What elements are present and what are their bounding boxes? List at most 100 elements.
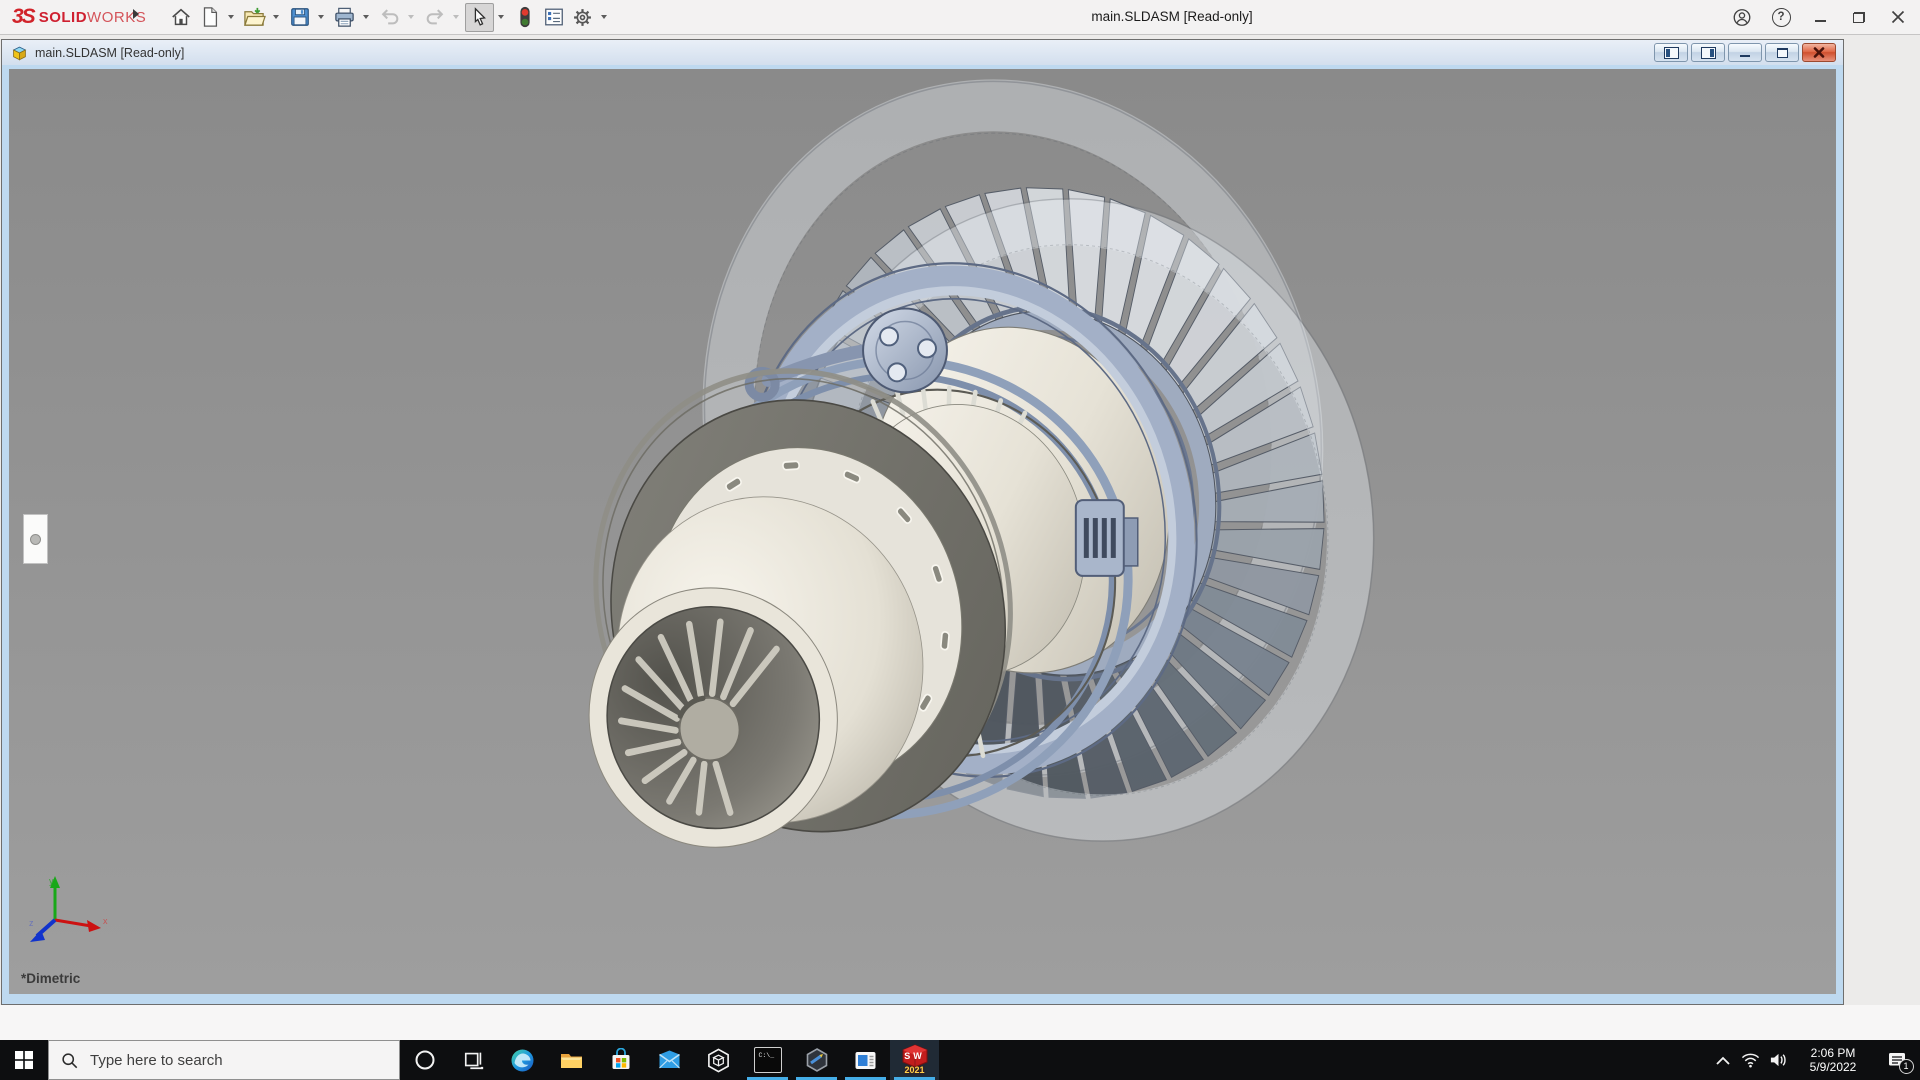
help-button[interactable]: ? bbox=[1771, 7, 1791, 27]
options-button[interactable] bbox=[568, 3, 597, 32]
app-background-strip bbox=[0, 1005, 1920, 1040]
view-orientation-label: *Dimetric bbox=[21, 971, 80, 986]
redo-dropdown[interactable] bbox=[449, 4, 462, 31]
options-dropdown[interactable] bbox=[597, 4, 610, 31]
3d-model-jet-engine[interactable] bbox=[9, 69, 1836, 994]
brand-solid: SOLID bbox=[39, 9, 87, 26]
app-titlebar: 3S SOLIDWORKS bbox=[0, 0, 1920, 35]
taskbar-media-app-button[interactable] bbox=[841, 1040, 890, 1080]
quick-access-toolbar bbox=[166, 0, 613, 34]
taskbar-file-explorer-button[interactable] bbox=[547, 1040, 596, 1080]
app-minimize-button[interactable] bbox=[1810, 7, 1830, 27]
3ds-logo-mark: 3S bbox=[12, 5, 34, 29]
clock-date: 5/9/2022 bbox=[1798, 1060, 1868, 1074]
undo-dropdown[interactable] bbox=[404, 4, 417, 31]
new-document-dropdown[interactable] bbox=[224, 4, 237, 31]
wifi-icon bbox=[1741, 1052, 1760, 1068]
graphics-viewport[interactable]: y x z *Dimetric bbox=[2, 65, 1843, 1004]
start-button[interactable] bbox=[0, 1040, 48, 1080]
taskbar-task-view-button[interactable] bbox=[449, 1040, 498, 1080]
open-document-button[interactable] bbox=[240, 3, 269, 32]
speaker-icon bbox=[1769, 1052, 1788, 1068]
save-dropdown[interactable] bbox=[314, 4, 327, 31]
cortana-icon bbox=[414, 1049, 436, 1071]
new-document-button[interactable] bbox=[195, 3, 224, 32]
taskbar-command-prompt-button[interactable]: C:\_ bbox=[743, 1040, 792, 1080]
search-input[interactable] bbox=[88, 1051, 372, 1070]
undo-icon bbox=[379, 6, 401, 28]
options-gear-icon bbox=[571, 6, 594, 29]
pane-right-icon bbox=[1701, 47, 1716, 59]
composer-hexagon-icon bbox=[804, 1047, 830, 1073]
assembly-icon bbox=[11, 45, 28, 61]
feature-pane-collapse-handle[interactable] bbox=[23, 514, 48, 564]
document-window: main.SLDASM [Read-only] bbox=[1, 39, 1844, 1005]
app-window-controls: ? bbox=[1732, 0, 1908, 34]
windows-taskbar: C:\_ bbox=[0, 1040, 1920, 1080]
account-icon bbox=[1732, 7, 1752, 28]
account-button[interactable] bbox=[1732, 7, 1752, 27]
media-app-icon bbox=[853, 1048, 878, 1073]
taskbar-mail-button[interactable] bbox=[645, 1040, 694, 1080]
save-button[interactable] bbox=[285, 3, 314, 32]
tray-network-button[interactable] bbox=[1736, 1040, 1764, 1080]
pane-handle-dot bbox=[30, 534, 41, 545]
solidworks-logo: 3S SOLIDWORKS bbox=[12, 5, 146, 29]
print-icon bbox=[333, 6, 356, 29]
select-tool-dropdown[interactable] bbox=[494, 4, 507, 31]
microsoft-store-icon bbox=[609, 1048, 633, 1072]
doc-minimize-icon bbox=[1740, 55, 1750, 57]
print-dropdown[interactable] bbox=[359, 4, 372, 31]
open-folder-icon bbox=[243, 6, 266, 29]
pane-toggle-left-button[interactable] bbox=[1654, 43, 1688, 62]
file-properties-button[interactable] bbox=[539, 3, 568, 32]
tray-overflow-button[interactable] bbox=[1710, 1040, 1736, 1080]
taskbar-edge-button[interactable] bbox=[498, 1040, 547, 1080]
pane-toggle-right-button[interactable] bbox=[1691, 43, 1725, 62]
redo-button[interactable] bbox=[420, 3, 449, 32]
document-title: main.SLDASM [Read-only] bbox=[35, 46, 184, 60]
taskbar-cortana-button[interactable] bbox=[400, 1040, 449, 1080]
doc-restore-button[interactable] bbox=[1765, 43, 1799, 62]
taskbar-solidworks-button[interactable]: SW 2021 bbox=[890, 1040, 939, 1080]
select-cursor-icon bbox=[469, 6, 491, 28]
chevron-up-icon bbox=[1716, 1056, 1730, 1065]
traffic-light-icon bbox=[515, 5, 535, 29]
open-document-dropdown[interactable] bbox=[269, 4, 282, 31]
select-tool-button[interactable] bbox=[465, 3, 494, 32]
restore-icon bbox=[1853, 12, 1865, 23]
file-explorer-icon bbox=[559, 1048, 584, 1073]
taskbar-search[interactable] bbox=[48, 1040, 400, 1080]
doc-close-button[interactable] bbox=[1802, 43, 1836, 62]
doc-close-icon bbox=[1813, 47, 1825, 58]
file-properties-icon bbox=[543, 6, 565, 28]
triad-y-label: y bbox=[49, 876, 54, 886]
pane-left-icon bbox=[1664, 47, 1679, 59]
home-icon bbox=[170, 6, 192, 28]
task-view-icon bbox=[463, 1049, 485, 1071]
app-close-button[interactable] bbox=[1888, 7, 1908, 27]
app-restore-button[interactable] bbox=[1849, 7, 1869, 27]
doc-minimize-button[interactable] bbox=[1728, 43, 1762, 62]
taskbar-3d-viewer-button[interactable] bbox=[694, 1040, 743, 1080]
home-button[interactable] bbox=[166, 3, 195, 32]
3d-viewer-icon bbox=[706, 1048, 731, 1073]
document-titlebar[interactable]: main.SLDASM [Read-only] bbox=[2, 40, 1843, 65]
redo-icon bbox=[424, 6, 446, 28]
notification-center-button[interactable]: 1 bbox=[1874, 1040, 1920, 1080]
print-button[interactable] bbox=[330, 3, 359, 32]
app-window-title: main.SLDASM [Read-only] bbox=[1032, 0, 1312, 33]
save-floppy-icon bbox=[289, 6, 311, 28]
taskbar-store-button[interactable] bbox=[596, 1040, 645, 1080]
tray-volume-button[interactable] bbox=[1764, 1040, 1792, 1080]
triad-z-label: z bbox=[29, 918, 34, 928]
mail-icon bbox=[657, 1048, 682, 1073]
undo-button[interactable] bbox=[375, 3, 404, 32]
traffic-light-button[interactable] bbox=[510, 3, 539, 32]
taskbar-clock[interactable]: 2:06 PM 5/9/2022 bbox=[1798, 1046, 1868, 1074]
command-prompt-icon: C:\_ bbox=[754, 1047, 782, 1073]
notification-count-badge: 1 bbox=[1899, 1059, 1914, 1074]
menu-flyout-arrow-icon[interactable] bbox=[133, 9, 139, 19]
solidworks-2021-icon: SW 2021 bbox=[901, 1044, 929, 1076]
taskbar-composer-button[interactable] bbox=[792, 1040, 841, 1080]
